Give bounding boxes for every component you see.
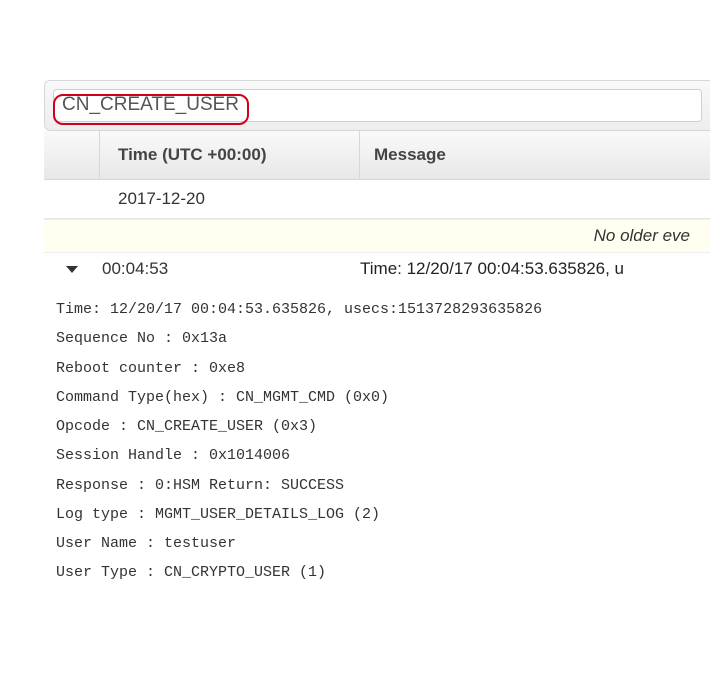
event-row[interactable]: 00:04:53 Time: 12/20/17 00:04:53.635826,… [44, 253, 710, 285]
detail-sequence: Sequence No : 0x13a [56, 324, 710, 353]
detail-opcode: Opcode : CN_CREATE_USER (0x3) [56, 412, 710, 441]
event-details: Time: 12/20/17 00:04:53.635826, usecs:15… [56, 295, 710, 588]
detail-command-type: Command Type(hex) : CN_MGMT_CMD (0x0) [56, 383, 710, 412]
date-group-label: 2017-12-20 [100, 180, 205, 218]
detail-reboot-counter: Reboot counter : 0xe8 [56, 354, 710, 383]
detail-log-type: Log type : MGMT_USER_DETAILS_LOG (2) [56, 500, 710, 529]
search-bar [44, 80, 710, 131]
expand-toggle[interactable] [44, 266, 100, 273]
search-input[interactable] [53, 89, 702, 122]
no-older-events-row: No older eve [44, 219, 710, 253]
header-message[interactable]: Message [360, 131, 710, 179]
detail-user-name: User Name : testuser [56, 529, 710, 558]
header-spacer [44, 131, 100, 179]
detail-session-handle: Session Handle : 0x1014006 [56, 441, 710, 470]
detail-user-type: User Type : CN_CRYPTO_USER (1) [56, 558, 710, 587]
chevron-down-icon [66, 266, 78, 273]
date-group-row: 2017-12-20 [44, 180, 710, 219]
event-time: 00:04:53 [100, 259, 360, 279]
detail-time: Time: 12/20/17 00:04:53.635826, usecs:15… [56, 295, 710, 324]
event-message: Time: 12/20/17 00:04:53.635826, u [360, 259, 710, 279]
header-time[interactable]: Time (UTC +00:00) [100, 131, 360, 179]
results-header: Time (UTC +00:00) Message [44, 131, 710, 180]
detail-response: Response : 0:HSM Return: SUCCESS [56, 471, 710, 500]
